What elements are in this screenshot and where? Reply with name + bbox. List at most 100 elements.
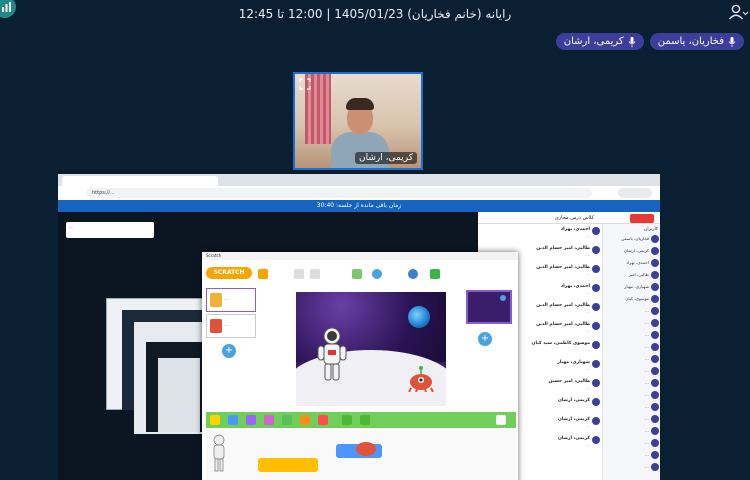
browser-tab-active[interactable] [150,176,218,186]
address-bar[interactable]: https://... [86,188,592,198]
video-person-hair [346,98,374,110]
user-row[interactable]: ... [603,329,660,341]
user-row[interactable]: احمدی، بهراد [603,257,660,269]
user-row[interactable]: ... [603,401,660,413]
small-stage-icon[interactable] [294,269,304,279]
costume-icon[interactable] [258,269,268,279]
user-row[interactable]: طالبی، امیر [603,269,660,281]
user-name: ... [645,344,649,349]
backdrop-thumbnail[interactable] [466,290,512,324]
green-flag-icon[interactable] [430,269,440,279]
user-name: فخاریان، یاسمن [621,236,649,241]
repeat-block[interactable] [356,442,376,456]
participant-name: کریمی، ارشان [563,36,624,47]
code-workspace[interactable] [206,430,516,480]
large-stage-icon[interactable] [310,269,320,279]
chat-avatar [592,341,600,349]
video-name-tag: کریمی، ارشان [355,152,417,164]
browser-tab[interactable] [62,176,110,186]
user-row[interactable]: ... [603,353,660,365]
user-icon [728,4,749,20]
notification-popup[interactable]: ... [66,222,154,238]
profile-button[interactable] [618,188,652,198]
sprite-card[interactable]: ... [206,314,256,338]
microphone-icon [628,36,636,47]
participant-chip[interactable]: فخاریان، یاسمن [649,33,744,50]
undo-icon[interactable] [496,415,506,425]
alien-sprite[interactable] [406,366,436,392]
user-row[interactable]: ... [603,449,660,461]
user-avatar [651,463,659,471]
browser-tab[interactable] [106,176,154,186]
browser-tabstrip [58,174,660,186]
sprite-list: ... ... + [206,288,256,368]
user-name: کریمی، ارشان [623,248,649,253]
participant-chips: فخاریان، یاسمن کریمی، ارشان [555,33,744,50]
user-row[interactable]: ... [603,365,660,377]
sprite-name: ... [225,322,229,327]
add-sprite-button[interactable]: + [222,344,236,358]
user-avatar [651,355,659,363]
sprite-thumbnail [210,293,222,307]
user-name: ... [645,380,649,385]
chat-avatar [592,322,600,330]
user-menu-button[interactable] [728,4,749,22]
block-palette-bar [206,412,516,428]
chat-avatar [592,398,600,406]
motion-category-icon[interactable] [228,415,238,425]
looks-category-icon[interactable] [246,415,256,425]
classroom-logo [630,214,654,223]
nested-screen [158,358,200,432]
user-row[interactable]: موسوی، کیان [603,293,660,305]
user-name: ... [645,308,649,313]
user-avatar [651,391,659,399]
chat-avatar [592,436,600,444]
user-row[interactable]: ... [603,413,660,425]
participant-name: فخاریان، یاسمن [657,36,724,47]
when-flag-clicked-block[interactable] [258,458,318,472]
user-avatar [651,427,659,435]
backdrop-icon[interactable] [352,269,362,279]
chat-sender: طالبی، امیر حسام الدین [536,246,590,251]
user-row[interactable]: فخاریان، یاسمن [603,233,660,245]
user-row[interactable]: ... [603,341,660,353]
expand-icon[interactable] [299,78,311,90]
participant-chip[interactable]: کریمی، ارشان [555,33,644,50]
stop-category-icon[interactable] [318,415,328,425]
timer-block-icon[interactable] [360,415,370,425]
pen-category-icon[interactable] [282,415,292,425]
user-row[interactable]: ... [603,377,660,389]
add-backdrop-button[interactable]: + [478,332,492,346]
chat-avatar [592,417,600,425]
user-row[interactable]: ... [603,437,660,449]
sound-category-icon[interactable] [264,415,274,425]
user-name: ... [645,320,649,325]
user-row[interactable]: کریمی، ارشان [603,245,660,257]
user-row[interactable]: ... [603,425,660,437]
user-row[interactable]: ... [603,305,660,317]
scratch-window-title: Scratch [202,252,518,260]
events-category-icon[interactable] [210,415,220,425]
webcam-video-tile[interactable]: کریمی، ارشان [293,72,423,170]
astronaut-sprite[interactable] [316,326,348,384]
control-category-icon[interactable] [300,415,310,425]
sprite-name: ... [225,296,229,301]
user-avatar [651,331,659,339]
user-row[interactable]: ... [603,317,660,329]
chat-avatar [592,246,600,254]
user-avatar [651,319,659,327]
browser-toolbar: https://... [58,186,660,200]
session-timer-bar: زمان باقی مانده از جلسه: 30:40 [58,200,660,212]
scratch-logo: SCRATCH [206,267,252,279]
user-avatar [651,415,659,423]
user-row[interactable]: ... [603,461,660,473]
sound-icon[interactable] [372,269,382,279]
flag-block-icon[interactable] [342,415,352,425]
user-row[interactable]: شهبازی، مهیار [603,281,660,293]
scratch-stage[interactable] [296,292,446,406]
user-row[interactable]: ... [603,389,660,401]
user-name: موسوی، کیان [625,296,649,301]
chat-body: ... [586,233,590,238]
sprite-card[interactable]: ... [206,288,256,312]
extension-icon[interactable] [408,269,418,279]
